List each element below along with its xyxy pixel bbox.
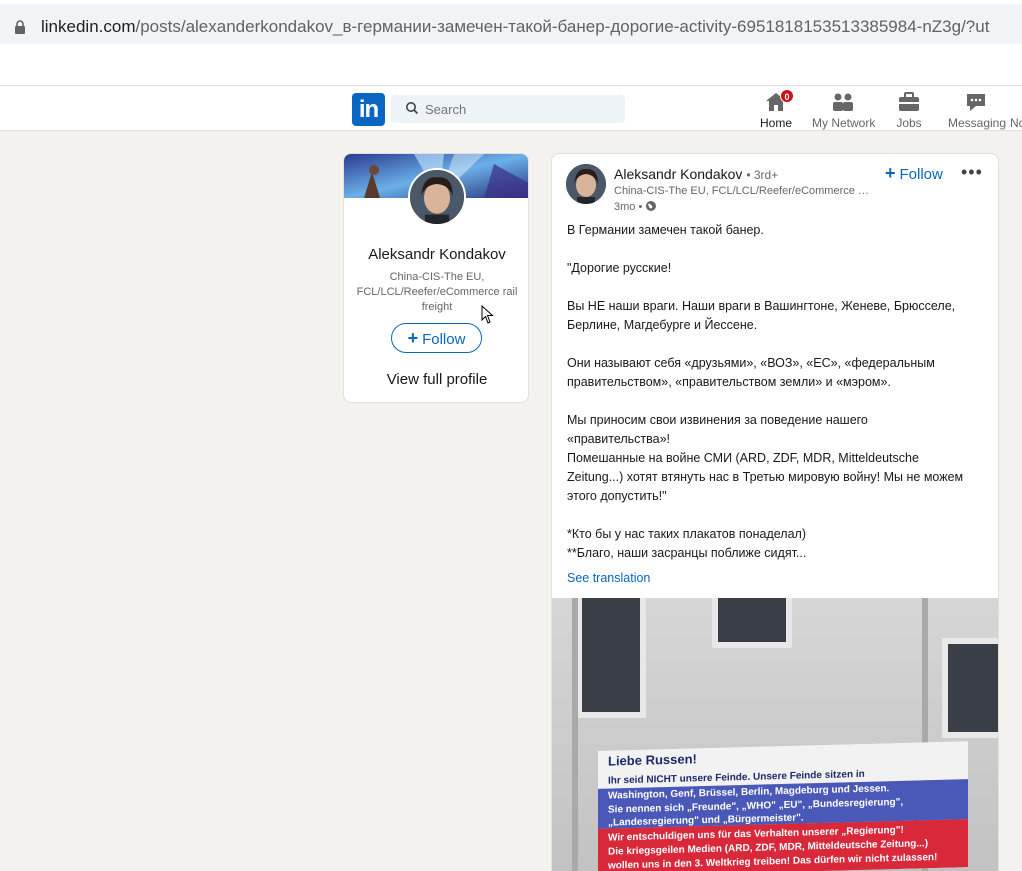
- post-line: этого допустить!": [567, 489, 667, 503]
- post-author-name[interactable]: Aleksandr Kondakov • 3rd+: [614, 166, 778, 182]
- post-image[interactable]: Liebe Russen! Ihr seid NICHT unsere Fein…: [552, 598, 998, 871]
- post-line: Вы НЕ наши враги. Наши враги в Вашингтон…: [567, 299, 956, 313]
- post-line: **Благо, наши засранцы поближе сидят...: [567, 546, 807, 560]
- post-line: Они называют себя «друзьями», «ВОЗ», «ЕС…: [567, 356, 935, 370]
- post-line: Помешанные на войне СМИ (ARD, ZDF, MDR, …: [567, 451, 919, 465]
- nav-messaging-label: Messaging: [948, 116, 1007, 130]
- chat-bubble-icon: [964, 91, 988, 113]
- post-timestamp: 3mo •: [614, 200, 657, 213]
- nav-my-network[interactable]: My Network: [812, 91, 876, 131]
- search-input[interactable]: [425, 95, 615, 123]
- linkedin-logo[interactable]: in: [352, 93, 385, 126]
- building-window: [712, 598, 792, 648]
- nav-messaging[interactable]: Messaging: [948, 91, 1007, 131]
- post-line: "Дорогие русские!: [567, 261, 672, 275]
- flag-pole: [572, 598, 578, 871]
- connection-degree: • 3rd+: [746, 168, 779, 182]
- profile-follow-button[interactable]: + Follow: [391, 323, 482, 353]
- home-icon: 0: [764, 89, 794, 113]
- search-icon: [406, 102, 419, 115]
- building-window: [576, 598, 646, 718]
- post-body-text: В Германии замечен такой банер. "Дорогие…: [567, 221, 987, 563]
- profile-card: Aleksandr Kondakov China-CIS-The EU, FCL…: [343, 153, 529, 403]
- building-window: [942, 638, 998, 738]
- linkedin-nav: in 0 Home My Network Jobs Messaging No: [0, 86, 1022, 131]
- feed-post: Aleksandr Kondakov • 3rd+ China-CIS-The …: [551, 153, 999, 871]
- post-time-text: 3mo •: [614, 201, 643, 213]
- nav-home-label: Home: [760, 116, 793, 130]
- post-author-avatar[interactable]: [566, 164, 606, 204]
- plus-icon: +: [407, 328, 419, 348]
- post-line: В Германии замечен такой банер.: [567, 223, 764, 237]
- post-line: правительством», «правительством земли» …: [567, 375, 891, 389]
- nav-notifications-label: No: [1010, 116, 1022, 130]
- nav-jobs-label: Jobs: [896, 116, 922, 130]
- post-author-headline: China-CIS-The EU, FCL/LCL/Reefer/eCommer…: [614, 185, 869, 197]
- browser-address-bar: linkedin.com/posts/alexanderkondakov_в-г…: [0, 0, 1022, 48]
- url-host: linkedin.com: [41, 17, 136, 36]
- bookmarks-strip: [0, 48, 1022, 86]
- profile-avatar[interactable]: [408, 168, 466, 226]
- url-field[interactable]: linkedin.com/posts/alexanderkondakov_в-г…: [0, 4, 1022, 44]
- view-full-profile-link[interactable]: View full profile: [344, 371, 528, 388]
- search-box[interactable]: [391, 95, 625, 123]
- profile-headline: China-CIS-The EU, FCL/LCL/Reefer/eCommer…: [356, 271, 518, 313]
- url-path: /posts/alexanderkondakov_в-германии-заме…: [135, 17, 990, 36]
- lock-icon: [15, 20, 25, 34]
- nav-home[interactable]: 0 Home: [760, 89, 794, 131]
- more-options-icon[interactable]: •••: [961, 162, 985, 182]
- protest-banner: Liebe Russen! Ihr seid NICHT unsere Fein…: [598, 741, 968, 871]
- plus-icon: +: [885, 163, 896, 183]
- post-line: Zeitung...) хотят втянуть нас в Третью м…: [567, 470, 964, 484]
- post-author-name-text: Aleksandr Kondakov: [614, 166, 743, 182]
- mouse-cursor-icon: [481, 305, 494, 324]
- profile-follow-label: Follow: [422, 331, 466, 348]
- post-line: Мы приносим свои извинения за поведение …: [567, 413, 868, 427]
- post-line: *Кто бы у нас таких плакатов понаделал): [567, 527, 806, 541]
- banner-title: Liebe Russen!: [608, 751, 697, 769]
- profile-name[interactable]: Aleksandr Kondakov: [344, 246, 528, 263]
- briefcase-icon: [897, 91, 921, 113]
- url-text: linkedin.com/posts/alexanderkondakov_в-г…: [41, 17, 989, 37]
- bell-icon: [1010, 91, 1022, 113]
- nav-my-network-label: My Network: [812, 116, 876, 130]
- post-follow-label: Follow: [899, 166, 943, 183]
- notification-badge: 0: [780, 89, 794, 103]
- nav-jobs[interactable]: Jobs: [894, 91, 924, 131]
- post-follow-button[interactable]: + Follow: [885, 163, 943, 184]
- post-line: Берлине, Магдебурге и Йессене.: [567, 318, 758, 332]
- see-translation-link[interactable]: See translation: [567, 571, 650, 585]
- post-line: «правительства»!: [567, 432, 671, 446]
- globe-icon: [646, 201, 657, 211]
- people-icon: [831, 91, 855, 113]
- nav-notifications[interactable]: No: [1010, 91, 1022, 131]
